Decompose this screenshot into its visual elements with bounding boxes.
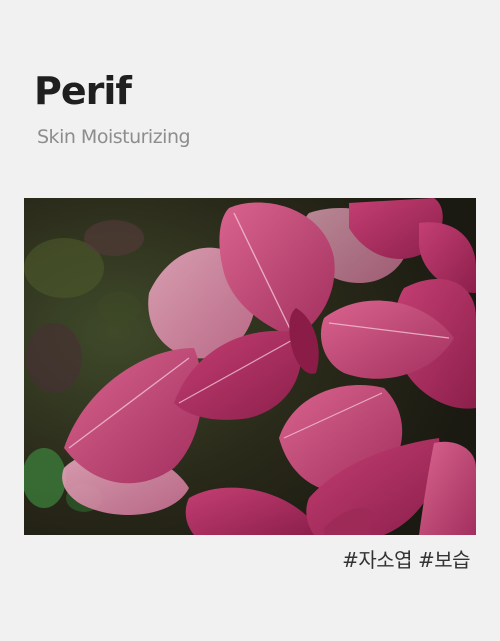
product-title: Perif [34,69,132,113]
perilla-leaf-photo [24,198,476,535]
product-subtitle: Skin Moisturizing [37,126,191,148]
hashtags: #자소엽 #보습 [342,548,470,572]
